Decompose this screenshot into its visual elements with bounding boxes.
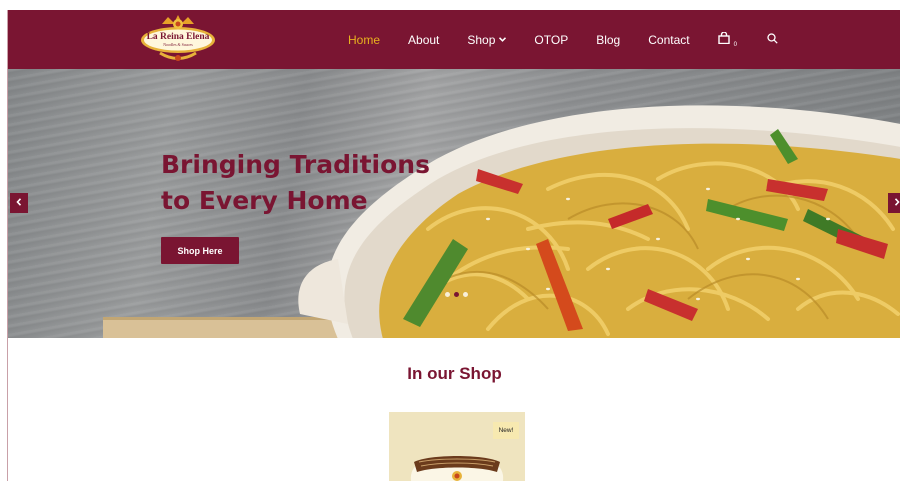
logo-text: La Reina Elena: [146, 32, 210, 42]
nav-item-blog[interactable]: Blog: [596, 33, 620, 47]
slider-dots: [445, 292, 472, 297]
nav-item-contact[interactable]: Contact: [648, 33, 689, 47]
hero-slider: Bringing Traditions to Every Home Shop H…: [8, 69, 900, 338]
shop-here-button[interactable]: Shop Here: [161, 237, 239, 264]
chevron-right-icon: [894, 197, 900, 209]
main-nav: Home About Shop OTOP Blog Contact 0: [348, 10, 778, 69]
slider-dot-active[interactable]: [454, 292, 459, 297]
new-badge: New!: [493, 422, 519, 439]
slider-dot[interactable]: [463, 292, 468, 297]
nav-item-label: OTOP: [534, 32, 569, 47]
product-card[interactable]: New!: [389, 412, 525, 481]
search-icon: [767, 31, 778, 49]
logo-tagline: Noodles & Sauces: [163, 42, 193, 47]
shopping-bag-icon: [717, 30, 730, 49]
nav-item-shop[interactable]: Shop: [467, 32, 507, 47]
shop-section-title: In our Shop: [407, 364, 502, 383]
slider-next-button[interactable]: [888, 193, 900, 213]
nav-item-about[interactable]: About: [408, 33, 439, 47]
page-frame: La Reina Elena Noodles & Sauces Home Abo…: [7, 10, 900, 481]
search-button[interactable]: [767, 31, 778, 49]
chevron-left-icon: [16, 197, 22, 209]
nav-item-label: About: [408, 32, 440, 47]
nav-item-label: Contact: [648, 32, 690, 47]
chevron-down-icon: [499, 35, 507, 44]
site-header: La Reina Elena Noodles & Sauces Home Abo…: [8, 10, 900, 69]
site-logo[interactable]: La Reina Elena Noodles & Sauces: [138, 14, 218, 66]
hero-title: Bringing Traditions to Every Home: [161, 150, 430, 215]
nav-item-otop[interactable]: OTOP: [534, 33, 568, 47]
nav-item-home[interactable]: Home: [348, 33, 380, 47]
nav-item-label: Shop: [467, 32, 496, 47]
nav-item-label: Blog: [596, 32, 621, 47]
cart-button[interactable]: 0: [717, 30, 737, 49]
nav-item-label: Home: [348, 32, 381, 47]
slider-prev-button[interactable]: [10, 193, 28, 213]
slider-dot[interactable]: [445, 292, 450, 297]
cart-count: 0: [733, 41, 737, 48]
